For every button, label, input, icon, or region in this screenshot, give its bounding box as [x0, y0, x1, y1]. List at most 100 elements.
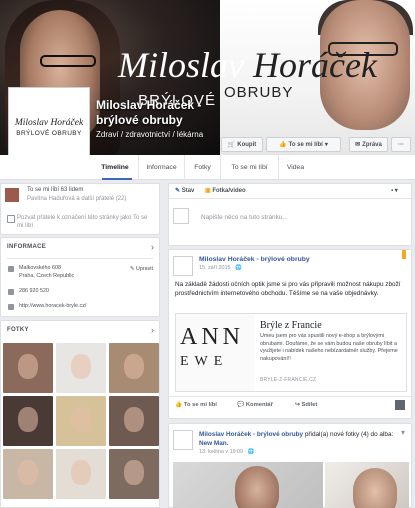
- post-date[interactable]: 15. září 2015 · 🌐: [199, 265, 242, 271]
- photos-grid: [3, 343, 159, 499]
- photo-thumbnail[interactable]: [56, 396, 106, 446]
- likes-count[interactable]: To se mi líbí 63 lidem: [27, 187, 83, 193]
- link-image-text-2: EWE: [180, 354, 229, 369]
- page-tabs: Timeline Informace Fotky To se mi líbí V…: [0, 155, 415, 180]
- post-2: Miloslav Horáček - brýlové obruby přidal…: [168, 423, 412, 508]
- page-title[interactable]: Miloslav Horáček - brýlové obruby: [96, 98, 226, 128]
- photo-video-tab[interactable]: ▣ Fotka/video: [205, 187, 246, 194]
- album-link[interactable]: New Man.: [199, 440, 228, 447]
- photo-face: [353, 468, 397, 508]
- tab-informace[interactable]: Informace: [138, 155, 184, 180]
- share-label: Sdílet: [301, 402, 318, 408]
- post-author-avatar[interactable]: [173, 256, 193, 276]
- photo-thumbnail[interactable]: [56, 343, 106, 393]
- post-date[interactable]: 13. května v 19:09 · 🌐: [199, 449, 255, 455]
- cover-title-first: Miloslav: [118, 45, 244, 85]
- post-author[interactable]: Miloslav Horáček - brýlové obruby: [199, 431, 303, 438]
- friends-like[interactable]: Pavlína Haduřová a další přátelé (22): [27, 196, 126, 202]
- message-button-label: Zpráva: [362, 141, 382, 148]
- divider: [169, 198, 411, 199]
- post-composer: ✎ Stav ▣ Fotka/video ▪ ▾ Napište něco na…: [168, 183, 412, 246]
- photo-thumbnail[interactable]: [3, 449, 53, 499]
- buy-button[interactable]: 🛒 Koupit: [221, 137, 263, 152]
- post-photo-2[interactable]: [325, 462, 409, 508]
- camera-icon: ▣: [205, 188, 211, 194]
- comment-button[interactable]: 💬 Komentář: [237, 402, 273, 408]
- info-card: INFORMACE › Malkovského 608 Praha, Czech…: [0, 237, 160, 317]
- more-icon: ···: [398, 141, 404, 148]
- like-button[interactable]: 👍 To se mi líbí: [175, 402, 217, 408]
- phone-number: 286 920 520: [19, 288, 49, 294]
- post-author[interactable]: Miloslav Horáček - brýlové obruby: [199, 256, 310, 263]
- link-domain: BRYLE-Z-FRANCIE.CZ: [260, 377, 317, 383]
- likes-card: To se mi líbí 63 lidem Pavlína Haduřová …: [0, 183, 160, 235]
- cart-icon: 🛒: [227, 142, 236, 148]
- tab-likes[interactable]: To se mi líbí: [220, 155, 278, 180]
- globe-icon: [8, 304, 14, 310]
- photo-face: [235, 466, 279, 508]
- photo-thumbnail[interactable]: [56, 449, 106, 499]
- post-action: přidal(a) nové fotky (4) do alba:: [304, 431, 394, 438]
- website-link[interactable]: http://www.horacek-bryle.cz/: [19, 302, 86, 310]
- status-tab-label: Stav: [181, 188, 195, 194]
- divider: [169, 396, 411, 397]
- more-button[interactable]: ···: [391, 137, 411, 152]
- photos-heading[interactable]: FOTKY: [7, 327, 29, 333]
- liked-button-label: To se mi líbí: [288, 141, 323, 148]
- liked-button[interactable]: 👍 To se mi líbí ▾: [266, 137, 341, 152]
- link-title: Brýle z Francie: [260, 320, 322, 331]
- link-preview[interactable]: ANN EWE Brýle z Francie Umeu jsem pro vá…: [175, 313, 407, 392]
- chevron-down-icon: ▾: [324, 142, 328, 148]
- share-icon: ↪: [295, 402, 300, 408]
- post-photo-1[interactable]: [173, 462, 323, 508]
- buy-button-label: Koupit: [237, 141, 257, 148]
- tab-timeline[interactable]: Timeline: [92, 155, 138, 180]
- status-tab[interactable]: ✎ Stav: [175, 187, 194, 194]
- photo-thumbnail[interactable]: [3, 396, 53, 446]
- share-button[interactable]: ↪ Sdílet: [295, 402, 317, 408]
- photo-thumbnail[interactable]: [109, 449, 159, 499]
- chevron-down-icon[interactable]: ▾: [401, 428, 405, 437]
- cover-title-last: Horáček: [252, 45, 377, 85]
- edit-label: Upravit: [135, 266, 153, 272]
- message-icon: ✉: [355, 142, 361, 148]
- thumbs-up-icon: 👍: [279, 142, 287, 148]
- chevron-right-icon[interactable]: ›: [151, 325, 154, 335]
- link-description: Umeu jsem pro vás spustili nový e-shop a…: [260, 333, 398, 362]
- post-author-avatar[interactable]: [173, 430, 193, 450]
- tab-fotky[interactable]: Fotky: [184, 155, 220, 180]
- thumbs-up-icon: 👍: [175, 402, 183, 408]
- chevron-right-icon[interactable]: ›: [151, 242, 154, 252]
- tab-videa[interactable]: Videa: [278, 155, 312, 180]
- photo-thumbnail[interactable]: [3, 343, 53, 393]
- glasses-icon: [40, 55, 96, 67]
- link-image-text-1: ANN: [180, 324, 244, 350]
- composer-avatar: [173, 208, 189, 224]
- post-text: Na základě žádosti očních optik jsme si …: [175, 281, 401, 297]
- divider: [7, 258, 153, 259]
- comment-label: Komentář: [245, 402, 273, 408]
- photo-thumbnail[interactable]: [109, 396, 159, 446]
- info-heading[interactable]: INFORMACE: [7, 244, 46, 250]
- comment-icon: 💬: [237, 402, 245, 408]
- photo-thumbnail[interactable]: [109, 343, 159, 393]
- invite-text: Pozvat přátele k označení této stránky j…: [17, 215, 148, 229]
- friend-avatar[interactable]: [5, 188, 19, 202]
- invite-friends[interactable]: Pozvat přátele k označení této stránky j…: [7, 214, 155, 230]
- location-icon: [8, 266, 14, 272]
- composer-input[interactable]: Napište něco na tuto stránku...: [201, 214, 288, 221]
- page-category[interactable]: Zdraví / zdravotnictví / lékárna: [96, 129, 206, 140]
- profile-logo-name: Miloslav Horáček: [14, 118, 84, 128]
- cover-title: Miloslav Horáček: [118, 44, 377, 86]
- photo-tab-label: Fotka/video: [212, 188, 246, 194]
- page-avatar-small[interactable]: [395, 400, 405, 410]
- pencil-icon: ✎: [175, 188, 181, 194]
- profile-logo-sub: BRÝLOVÉ OBRUBY: [16, 130, 82, 137]
- cover-subtitle-right: OBRUBY: [224, 84, 294, 101]
- post-as-selector[interactable]: ▪ ▾: [391, 187, 398, 194]
- edit-link[interactable]: ✎ Upravit: [130, 266, 153, 272]
- address: Malkovského 608 Praha, Czech Republic: [19, 264, 74, 280]
- post-1: Miloslav Horáček - brýlové obruby 15. zá…: [168, 249, 412, 419]
- message-button[interactable]: ✉ Zpráva: [349, 137, 388, 152]
- like-label: To se mi líbí: [183, 402, 217, 408]
